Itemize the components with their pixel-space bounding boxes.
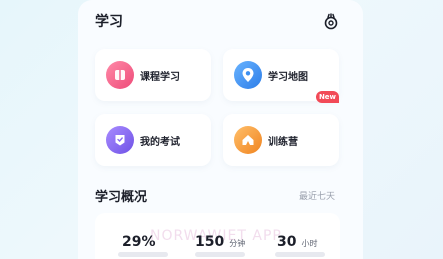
my-exam-card[interactable]: 我的考试 (95, 114, 211, 166)
stat-minutes: 150 分钟 (195, 234, 245, 250)
card-label: 学习地图 (268, 72, 308, 83)
card-label: 训练营 (268, 137, 298, 148)
new-badge: New (316, 91, 339, 103)
exam-icon (106, 126, 134, 154)
map-pin-icon (234, 61, 262, 89)
range-selector[interactable]: 最近七天 (299, 189, 335, 202)
card-label: 我的考试 (140, 137, 180, 148)
stat-completion: 29% (122, 234, 161, 250)
camp-icon (234, 126, 262, 154)
stat-value: 29% (122, 234, 156, 250)
stat-caption-placeholder (195, 252, 245, 257)
page-title: 学习 (95, 14, 123, 30)
stat-unit: 小时 (301, 239, 318, 248)
stat-caption-placeholder (118, 252, 168, 257)
stat-hours: 30 小时 (277, 234, 317, 250)
course-study-card[interactable]: 课程学习 (95, 49, 211, 101)
training-camp-card[interactable]: 训练营 (223, 114, 339, 166)
settings-icon (324, 13, 338, 30)
overview-title: 学习概况 (95, 190, 148, 205)
book-icon (106, 61, 134, 89)
stat-unit: 分钟 (229, 239, 246, 248)
settings-button[interactable] (321, 11, 341, 31)
stat-value: 150 (195, 234, 225, 250)
stat-caption-placeholder (275, 252, 325, 257)
stat-value: 30 (277, 234, 297, 250)
card-label: 课程学习 (140, 72, 180, 83)
